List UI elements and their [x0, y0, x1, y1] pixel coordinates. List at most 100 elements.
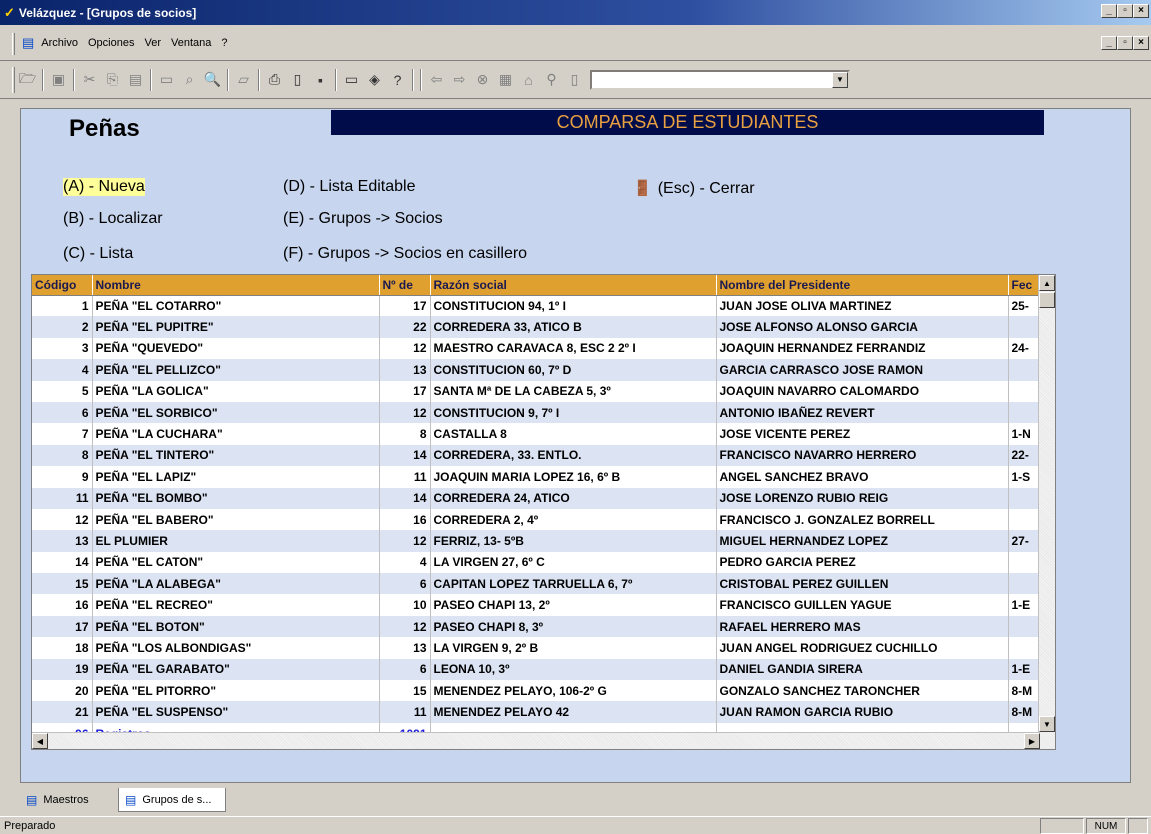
menu-archivo[interactable]: Archivo	[36, 35, 83, 51]
cell-nombre[interactable]: PEÑA "EL COTARRO"	[92, 295, 380, 317]
table-row[interactable]: 20 PEÑA "EL PITORRO" 15 MENENDEZ PELAYO, 10…	[32, 680, 1044, 702]
refresh-icon[interactable]: ▦	[494, 69, 517, 91]
cell-razon-social[interactable]: CONSTITUCION 94, 1º I	[430, 295, 717, 317]
cell-razon-social[interactable]: CAPITAN LOPEZ TARRUELLA 6, 7º	[430, 573, 717, 595]
cell-nombre[interactable]: PEÑA "EL SUSPENSO"	[92, 701, 380, 723]
cell-codigo[interactable]: 21	[32, 701, 93, 723]
cell-presidente[interactable]: JUAN RAMON GARCIA RUBIO	[716, 701, 1009, 723]
scroll-up-icon[interactable]: ▲	[1039, 275, 1055, 291]
cell-presidente[interactable]: RAFAEL HERRERO MAS	[716, 615, 1009, 638]
cell-codigo[interactable]: 16	[32, 594, 93, 616]
search-icon[interactable]: 🔍	[201, 69, 224, 91]
tab-grupos-socios[interactable]: ▤ Grupos de s...	[118, 788, 226, 812]
cell-codigo[interactable]: 9	[32, 466, 93, 488]
cell-codigo[interactable]: 11	[32, 487, 93, 509]
cell-presidente[interactable]: FRANCISCO GUILLEN YAGUE	[716, 594, 1009, 616]
option-nueva[interactable]: (A) - Nueva	[63, 178, 145, 196]
scroll-thumb[interactable]	[1039, 292, 1055, 308]
cell-num[interactable]: 12	[379, 401, 431, 424]
cell-razon-social[interactable]: LEONA 10, 3º	[430, 658, 717, 681]
cell-razon-social[interactable]: CORREDERA, 33. ENTLO.	[430, 444, 717, 467]
table-row[interactable]: 19 PEÑA "EL GARABATO" 6 LEONA 10, 3º DANIEL …	[32, 658, 1044, 681]
cell-razon-social[interactable]: CONSTITUCION 9, 7º I	[430, 401, 717, 424]
cell-presidente[interactable]: JOAQUIN NAVARRO CALOMARDO	[716, 380, 1009, 402]
page-icon[interactable]: ▯	[563, 69, 586, 91]
cell-num[interactable]: 8	[379, 423, 431, 445]
cell-codigo[interactable]: 8	[32, 444, 93, 467]
stop-icon[interactable]: ⊗	[471, 69, 494, 91]
cell-codigo[interactable]: 5	[32, 380, 93, 402]
cell-presidente[interactable]: JOSE ALFONSO ALONSO GARCIA	[716, 316, 1009, 338]
cell-num[interactable]: 11	[379, 701, 431, 723]
col-header-codigo[interactable]: Código	[32, 275, 93, 296]
cell-codigo[interactable]: 1	[32, 295, 93, 317]
app-icon[interactable]: ✓	[4, 5, 15, 21]
cell-presidente[interactable]: CRISTOBAL PEREZ GUILLEN	[716, 573, 1009, 595]
cell-codigo[interactable]: 6	[32, 401, 93, 424]
table-row[interactable]: 6 PEÑA "EL SORBICO" 12 CONSTITUCION 9, 7º I…	[32, 401, 1044, 424]
horizontal-scrollbar[interactable]: ◀ ▶	[32, 732, 1040, 749]
cell-razon-social[interactable]: CONSTITUCION 60, 7º D	[430, 359, 717, 381]
cell-codigo[interactable]: 14	[32, 551, 93, 574]
forward-arrow-icon[interactable]: ⇨	[448, 69, 471, 91]
cell-codigo[interactable]: 2	[32, 316, 93, 338]
back-arrow-icon[interactable]: ⇦	[425, 69, 448, 91]
tray-icon[interactable]: ▱	[232, 69, 255, 91]
cell-num[interactable]: 13	[379, 359, 431, 381]
cell-num[interactable]: 11	[379, 466, 431, 488]
cell-razon-social[interactable]: MENENDEZ PELAYO 42	[430, 701, 717, 723]
cell-presidente[interactable]: GARCIA CARRASCO JOSE RAMON	[716, 359, 1009, 381]
find-icon[interactable]: ⚲	[540, 69, 563, 91]
cell-razon-social[interactable]: CORREDERA 2, 4º	[430, 508, 717, 531]
option-localizar[interactable]: (B) - Localizar	[63, 210, 163, 228]
option-cerrar[interactable]: 🚪 (Esc) - Cerrar	[633, 179, 755, 198]
cell-num[interactable]: 10	[379, 594, 431, 616]
cell-codigo[interactable]: 19	[32, 658, 93, 681]
col-header-num[interactable]: Nº de	[379, 275, 431, 296]
home-icon[interactable]: ⌂	[517, 69, 540, 91]
child-minimize-button[interactable]: _	[1101, 36, 1117, 50]
cell-num[interactable]: 12	[379, 530, 431, 552]
table-row[interactable]: 13 EL PLUMIER 12 FERRIZ, 13- 5ºB MIGUEL HERN…	[32, 530, 1044, 552]
table-row[interactable]: 1 PEÑA "EL COTARRO" 17 CONSTITUCION 94, 1º …	[32, 295, 1044, 317]
cell-codigo[interactable]: 12	[32, 508, 93, 531]
menu-opciones[interactable]: Opciones	[83, 35, 139, 51]
cell-codigo[interactable]: 7	[32, 423, 93, 445]
properties-icon[interactable]: ▣	[47, 69, 70, 91]
binoculars-icon[interactable]: ⌕	[178, 69, 201, 91]
cell-presidente[interactable]: ANTONIO IBAÑEZ REVERT	[716, 401, 1009, 424]
menu-grip[interactable]	[12, 33, 15, 55]
table-row[interactable]: 7 PEÑA "LA CUCHARA" 8 CASTALLA 8 JOSE VICENT…	[32, 423, 1044, 445]
table-row[interactable]: 5 PEÑA "LA GOLICA" 17 SANTA Mª DE LA CABEZA…	[32, 380, 1044, 402]
minimize-button[interactable]: _	[1101, 4, 1117, 18]
cell-razon-social[interactable]: CORREDERA 33, ATICO B	[430, 316, 717, 338]
cell-nombre[interactable]: PEÑA "EL GARABATO"	[92, 658, 380, 681]
option-lista[interactable]: (C) - Lista	[63, 245, 133, 263]
table-row[interactable]: 8 PEÑA "EL TINTERO" 14 CORREDERA, 33. ENTLO…	[32, 444, 1044, 467]
table-row[interactable]: 15 PEÑA "LA ALABEGA" 6 CAPITAN LOPEZ TARRUE…	[32, 573, 1044, 595]
cell-razon-social[interactable]: FERRIZ, 13- 5ºB	[430, 530, 717, 552]
cell-razon-social[interactable]: PASEO CHAPI 13, 2º	[430, 594, 717, 616]
close-button[interactable]: ×	[1133, 4, 1149, 18]
cell-codigo[interactable]: 17	[32, 615, 93, 638]
cell-nombre[interactable]: PEÑA "EL RECREO"	[92, 594, 380, 616]
cell-nombre[interactable]: EL PLUMIER	[92, 530, 380, 552]
print-preview-icon[interactable]: ▯	[286, 69, 309, 91]
print-icon[interactable]: ⎙	[263, 69, 286, 91]
table-row[interactable]: 11 PEÑA "EL BOMBO" 14 CORREDERA 24, ATICO JO…	[32, 487, 1044, 509]
cell-razon-social[interactable]: CORREDERA 24, ATICO	[430, 487, 717, 509]
cell-num[interactable]: 17	[379, 380, 431, 402]
help-icon[interactable]: ?	[386, 69, 409, 91]
cell-num[interactable]: 12	[379, 337, 431, 360]
table-row[interactable]: 2 PEÑA "EL PUPITRE" 22 CORREDERA 33, ATICO …	[32, 316, 1044, 338]
option-grupos-socios[interactable]: (E) - Grupos -> Socios	[283, 210, 443, 228]
col-header-razon-social[interactable]: Razón social	[430, 275, 717, 296]
cell-nombre[interactable]: PEÑA "EL BOMBO"	[92, 487, 380, 509]
cell-num[interactable]: 17	[379, 295, 431, 317]
scroll-right-icon[interactable]: ▶	[1024, 733, 1040, 749]
option-grupos-socios-casillero[interactable]: (F) - Grupos -> Socios en casillero	[283, 245, 527, 263]
open-folder-icon[interactable]: 🗁	[16, 69, 39, 91]
cell-presidente[interactable]: JOSE VICENTE PEREZ	[716, 423, 1009, 445]
cell-num[interactable]: 16	[379, 508, 431, 531]
restore-button[interactable]: ▫	[1117, 4, 1133, 18]
